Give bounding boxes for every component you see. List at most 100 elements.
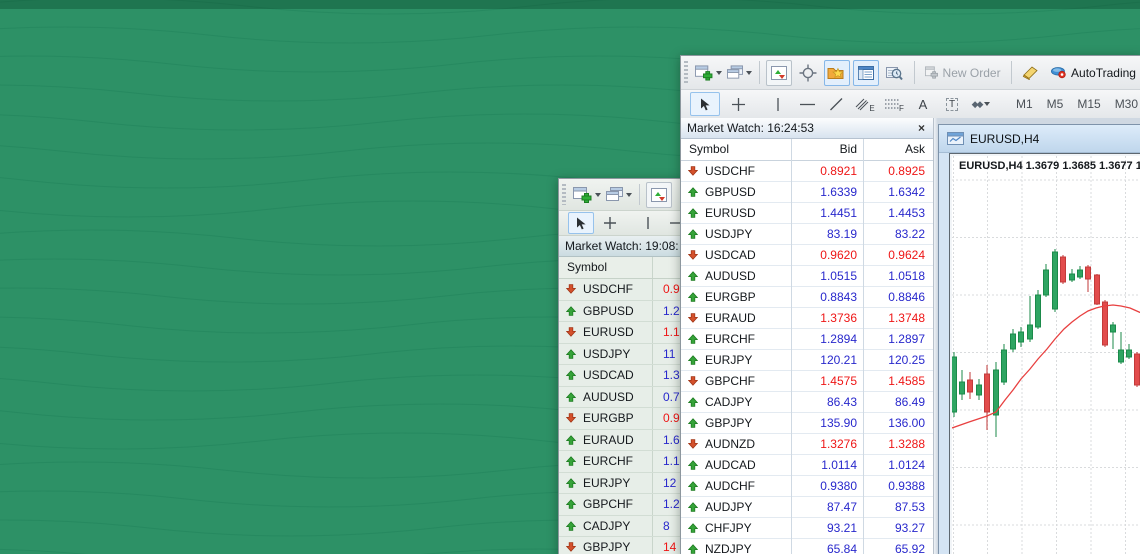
- cursor-tool-button[interactable]: [568, 212, 594, 234]
- timeframe-m15-button[interactable]: M15: [1070, 94, 1107, 114]
- strategy-tester-button[interactable]: [882, 60, 908, 86]
- symbol-column-header[interactable]: Symbol: [689, 142, 729, 156]
- market-watch-title: Market Watch: 16:24:53: [687, 121, 814, 135]
- close-icon[interactable]: ×: [916, 121, 927, 135]
- autotrading-button[interactable]: AutoTrading: [1047, 60, 1140, 86]
- profiles-button[interactable]: [605, 182, 633, 208]
- market-watch-row-usdcad[interactable]: USDCAD 0.9620 0.9624: [681, 245, 933, 266]
- market-watch-row-eurjpy[interactable]: EURJPY 120.21 120.25: [681, 350, 933, 371]
- equidistant-channel-tool-button[interactable]: E: [852, 92, 878, 116]
- market-watch-row-nzdjpy[interactable]: NZDJPY 65.84 65.92: [681, 539, 933, 554]
- market-watch-row-audcad[interactable]: AUDCAD 1.0114 1.0124: [681, 455, 933, 476]
- toolbar-grip[interactable]: [684, 60, 688, 85]
- favorites-button[interactable]: [823, 59, 850, 86]
- market-watch-row-cadjpy[interactable]: CADJPY 86.43 86.49: [681, 392, 933, 413]
- terminal-window[interactable]: New Order AutoTrading E F A T ◆◆ M1 M5 M…: [680, 55, 1140, 554]
- market-watch-row-eurusd[interactable]: EURUSD 1.4451 1.4453: [681, 203, 933, 224]
- market-watch-row-usdjpy[interactable]: USDJPY 11: [559, 343, 682, 365]
- market-watch-row-gbpusd[interactable]: GBPUSD 1.6339 1.6342: [681, 182, 933, 203]
- market-watch-row-gbpjpy[interactable]: GBPJPY 135.90 136.00: [681, 413, 933, 434]
- symbol-label: GBPJPY: [583, 540, 631, 554]
- back-market-watch-header[interactable]: Symbol: [559, 257, 682, 279]
- ask-value: 1.3288: [888, 437, 925, 451]
- timeframe-m30-button[interactable]: M30: [1108, 94, 1140, 114]
- profiles-icon: [606, 187, 623, 201]
- market-watch-row-gbpusd[interactable]: GBPUSD 1.2: [559, 300, 682, 322]
- metaeditor-button[interactable]: [1018, 60, 1044, 86]
- symbol-cell: USDCAD: [559, 368, 634, 382]
- market-watch-row-audchf[interactable]: AUDCHF 0.9380 0.9388: [681, 476, 933, 497]
- ask-column-header[interactable]: Ask: [863, 142, 925, 156]
- market-watch-row-audjpy[interactable]: AUDJPY 87.47 87.53: [681, 497, 933, 518]
- toolbar-separator: [913, 61, 915, 84]
- chart-titlebar[interactable]: EURUSD,H4: [939, 125, 1140, 153]
- new-chart-button[interactable]: [694, 60, 723, 86]
- symbol-label: AUDNZD: [705, 437, 755, 451]
- crosshair-tool-button[interactable]: [723, 92, 753, 116]
- market-watch-row-eurjpy[interactable]: EURJPY 12: [559, 472, 682, 494]
- tile-windows-button[interactable]: [646, 181, 672, 208]
- market-watch-header[interactable]: Symbol Bid Ask: [681, 139, 933, 161]
- new-order-button[interactable]: New Order: [921, 60, 1005, 86]
- bid-column-header[interactable]: Bid: [791, 142, 857, 156]
- market-watch-row-audusd[interactable]: AUDUSD 1.0515 1.0518: [681, 266, 933, 287]
- bid-value: 0.9620: [820, 248, 857, 262]
- chart-window[interactable]: EURUSD,H4 EURUSD,H4 1.3679 1.3685 1.3677…: [938, 124, 1140, 554]
- market-watch-row-euraud[interactable]: EURAUD 1.6: [559, 429, 682, 451]
- symbol-label: EURJPY: [583, 475, 631, 490]
- background-terminal-window[interactable]: Market Watch: 19:08: Symbol USDCHF 0.9 G…: [558, 178, 684, 554]
- down-arrow-icon: [688, 376, 698, 386]
- market-watch-row-eurgbp[interactable]: EURGBP 0.9: [559, 408, 682, 430]
- market-watch-row-gbpchf[interactable]: GBPCHF 1.4575 1.4585: [681, 371, 933, 392]
- market-watch-row-gbpjpy[interactable]: GBPJPY 14: [559, 537, 682, 554]
- market-watch-row-usdcad[interactable]: USDCAD 1.3: [559, 365, 682, 387]
- toolbar-grip[interactable]: [562, 183, 566, 206]
- bid-value: 120.21: [820, 353, 857, 367]
- market-watch-titlebar[interactable]: Market Watch: 16:24:53 ×: [681, 118, 933, 139]
- market-watch-row-eurusd[interactable]: EURUSD 1.1: [559, 322, 682, 344]
- market-watch-row-eurchf[interactable]: EURCHF 1.1: [559, 451, 682, 473]
- candle: [1094, 274, 1100, 305]
- new-chart-button[interactable]: [572, 182, 602, 208]
- market-watch-row-eurchf[interactable]: EURCHF 1.2894 1.2897: [681, 329, 933, 350]
- text-label-tool-button[interactable]: T: [939, 92, 965, 116]
- timeframe-m1-button[interactable]: M1: [1009, 94, 1040, 114]
- up-arrow-icon: [688, 397, 698, 407]
- symbol-cell: AUDJPY: [681, 500, 752, 514]
- symbol-label: EURUSD: [583, 325, 634, 340]
- cursor-tool-button[interactable]: [690, 92, 720, 116]
- symbol-label: AUDCHF: [705, 479, 755, 493]
- crosshair-tool-button[interactable]: [597, 212, 623, 234]
- data-window-button[interactable]: [852, 59, 879, 86]
- dropdown-caret-icon: [715, 70, 722, 75]
- market-watch-row-usdchf[interactable]: USDCHF 0.8921 0.8925: [681, 161, 933, 182]
- market-watch-row-chfjpy[interactable]: CHFJPY 93.21 93.27: [681, 518, 933, 539]
- market-watch-row-gbpchf[interactable]: GBPCHF 1.2: [559, 494, 682, 516]
- symbol-cell: USDCAD: [681, 248, 756, 262]
- arrows-tool-button[interactable]: ◆◆: [968, 92, 994, 116]
- back-market-watch-titlebar[interactable]: Market Watch: 19:08:: [559, 236, 682, 257]
- vertical-line-tool-button[interactable]: [765, 92, 791, 116]
- vertical-line-tool-button[interactable]: [635, 212, 661, 234]
- up-arrow-icon: [566, 391, 576, 402]
- tile-windows-button[interactable]: [765, 59, 792, 86]
- market-watch-row-euraud[interactable]: EURAUD 1.3736 1.3748: [681, 308, 933, 329]
- text-tool-button[interactable]: A: [910, 92, 936, 116]
- market-watch-row-audusd[interactable]: AUDUSD 0.7: [559, 386, 682, 408]
- market-watch-row-cadjpy[interactable]: CADJPY 8: [559, 515, 682, 537]
- market-watch-row-audnzd[interactable]: AUDNZD 1.3276 1.3288: [681, 434, 933, 455]
- chart-shift-button[interactable]: [795, 60, 821, 86]
- market-watch-row-eurgbp[interactable]: EURGBP 0.8843 0.8846: [681, 287, 933, 308]
- ask-value: 93.27: [894, 521, 925, 535]
- horizontal-line-tool-button[interactable]: [794, 92, 820, 116]
- trendline-tool-button[interactable]: [823, 92, 849, 116]
- timeframe-m5-button[interactable]: M5: [1040, 94, 1071, 114]
- horizontal-line-icon: [799, 103, 815, 105]
- chart-plot-area[interactable]: EURUSD,H4 1.3679 1.3685 1.3677 1.368: [952, 156, 1140, 554]
- up-arrow-icon: [688, 355, 698, 365]
- symbol-column-header[interactable]: Symbol: [567, 260, 607, 274]
- market-watch-row-usdchf[interactable]: USDCHF 0.9: [559, 279, 682, 301]
- market-watch-row-usdjpy[interactable]: USDJPY 83.19 83.22: [681, 224, 933, 245]
- fibonacci-tool-button[interactable]: F: [881, 92, 907, 116]
- profiles-button[interactable]: [726, 60, 753, 86]
